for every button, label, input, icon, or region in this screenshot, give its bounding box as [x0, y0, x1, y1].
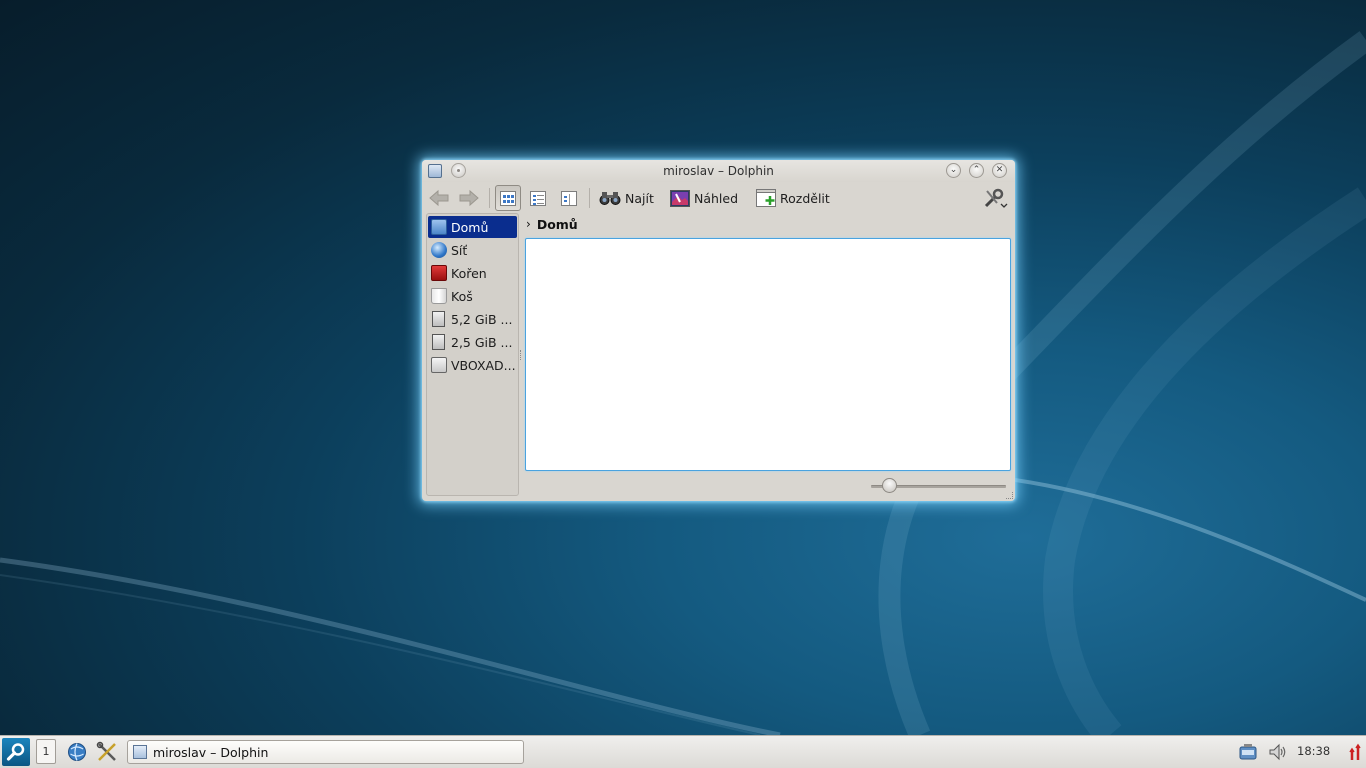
- place-item-home[interactable]: Domů: [428, 216, 517, 238]
- network-status[interactable]: [1344, 741, 1366, 763]
- zoom-slider-handle[interactable]: [882, 478, 897, 493]
- back-button[interactable]: [427, 186, 451, 210]
- binoculars-icon: [599, 192, 621, 205]
- tools-icon: [96, 741, 116, 761]
- details-view-button[interactable]: [526, 186, 550, 210]
- places-panel: Domů Síť Kořen Koš 5,2 GiB ... 2,5 GiB .…: [426, 213, 519, 496]
- dolphin-app-icon: [133, 745, 147, 759]
- file-view-area[interactable]: [525, 238, 1011, 471]
- preview-image-icon: [670, 189, 690, 207]
- network-disconnected-icon: [1349, 743, 1361, 760]
- place-label: 2,5 GiB ...: [451, 334, 513, 350]
- removable-device-icon: [1239, 744, 1257, 760]
- toolbar-separator: [589, 188, 590, 208]
- trash-icon: [431, 288, 447, 304]
- minimize-button[interactable]: ⌄: [946, 163, 961, 178]
- window-resize-grip[interactable]: [1006, 492, 1013, 499]
- place-item-disc[interactable]: VBOXAD...: [428, 354, 517, 376]
- dolphin-window: miroslav – Dolphin ⌄ ⌃ ✕ Najít Náhled Ro…: [422, 160, 1015, 501]
- place-item-trash[interactable]: Koš: [428, 285, 517, 307]
- place-item-network[interactable]: Síť: [428, 239, 517, 261]
- preview-label: Náhled: [694, 190, 739, 206]
- split-view-icon: [756, 189, 776, 207]
- breadcrumb-current[interactable]: Domů: [537, 217, 578, 232]
- wrench-screwdriver-icon: [984, 188, 1008, 208]
- speaker-icon: [1269, 743, 1286, 761]
- application-launcher-button[interactable]: [2, 738, 30, 766]
- icons-view-icon: [500, 190, 516, 206]
- location-breadcrumb[interactable]: › Domů: [526, 215, 578, 233]
- hard-drive-icon: [432, 311, 445, 327]
- place-item-drive-1[interactable]: 5,2 GiB ...: [428, 308, 517, 330]
- find-button[interactable]: Najít: [596, 186, 657, 210]
- maximize-button[interactable]: ⌃: [969, 163, 984, 178]
- place-item-root[interactable]: Kořen: [428, 262, 517, 284]
- panel-taskbar: 1 miroslav – Dolphin 18:38: [0, 735, 1366, 768]
- icons-view-button[interactable]: [495, 185, 521, 211]
- home-folder-icon: [431, 219, 447, 235]
- digital-clock[interactable]: 18:38: [1297, 744, 1330, 758]
- place-label: Síť: [451, 242, 468, 258]
- close-button[interactable]: ✕: [992, 163, 1007, 178]
- toolbar-separator: [489, 188, 490, 208]
- minimize-icon: ⌄: [949, 165, 958, 175]
- main-toolbar: Najít Náhled Rozdělit: [422, 182, 1015, 212]
- optical-disc-icon: [431, 357, 447, 373]
- arrow-right-icon: [459, 189, 479, 207]
- configure-menu-button[interactable]: [982, 186, 1010, 210]
- volume-control[interactable]: [1266, 741, 1288, 763]
- desktop-pager[interactable]: 1: [36, 739, 56, 764]
- split-button[interactable]: Rozdělit: [753, 186, 833, 210]
- network-globe-icon: [431, 242, 447, 258]
- place-label: Domů: [451, 219, 489, 235]
- maximize-icon: ⌃: [972, 165, 981, 175]
- place-label: VBOXAD...: [451, 357, 516, 373]
- forward-button[interactable]: [457, 186, 481, 210]
- place-label: 5,2 GiB ...: [451, 311, 513, 327]
- preview-button[interactable]: Náhled: [667, 186, 741, 210]
- window-titlebar[interactable]: miroslav – Dolphin ⌄ ⌃ ✕: [422, 160, 1015, 182]
- split-label: Rozdělit: [780, 190, 830, 206]
- find-label: Najít: [625, 190, 654, 206]
- close-icon: ✕: [995, 165, 1004, 175]
- task-title: miroslav – Dolphin: [153, 744, 269, 760]
- device-notifier[interactable]: [1237, 741, 1259, 763]
- search-icon: [6, 743, 25, 761]
- root-folder-icon: [431, 265, 447, 281]
- panel-splitter-handle[interactable]: [520, 350, 523, 360]
- chevron-right-icon: ›: [526, 217, 531, 231]
- columns-view-button[interactable]: [557, 186, 581, 210]
- system-settings-launcher[interactable]: [96, 741, 118, 763]
- desktop-number: 1: [42, 745, 50, 758]
- place-item-drive-2[interactable]: 2,5 GiB ...: [428, 331, 517, 353]
- columns-view-icon: [561, 190, 577, 206]
- globe-icon: [68, 743, 86, 761]
- web-browser-launcher[interactable]: [66, 741, 88, 763]
- place-label: Kořen: [451, 265, 487, 281]
- window-title: miroslav – Dolphin: [663, 164, 774, 178]
- hard-drive-icon: [432, 334, 445, 350]
- taskbar-task-dolphin[interactable]: miroslav – Dolphin: [127, 740, 524, 764]
- place-label: Koš: [451, 288, 473, 304]
- details-view-icon: [530, 190, 546, 206]
- arrow-left-icon: [429, 189, 449, 207]
